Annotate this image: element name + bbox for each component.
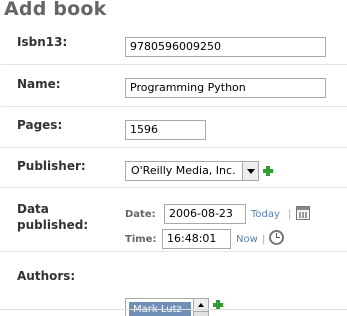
now-link[interactable]: Now [236,233,258,247]
authors-scrollbar[interactable] [193,299,208,316]
form-row-name: Name: Programming Python [1,65,347,107]
authors-label: Authors: [17,269,76,283]
form-row-isbn13: Isbn13: 9780596009250 [1,26,347,65]
scroll-up-icon[interactable] [194,299,208,312]
page-title: Add book [4,0,107,20]
time-shortcut-separator: | [262,234,266,245]
form-row-date-published: Data published: Date: 2006-08-23 Today |… [1,188,347,252]
name-input[interactable]: Programming Python [125,78,326,98]
publisher-label: Publisher: [17,159,86,173]
chevron-down-icon[interactable] [242,162,258,180]
time-label: Time: [125,234,157,245]
add-publisher-icon[interactable] [263,166,273,176]
authors-multiselect[interactable]: Mark Lutz [125,298,209,316]
isbn13-input[interactable]: 9780596009250 [125,37,326,57]
publisher-selected-value: O'Reilly Media, Inc. [131,164,236,177]
pages-input[interactable]: 1596 [125,120,206,140]
form-row-pages: Pages: 1596 [1,107,347,148]
clock-icon[interactable] [269,230,284,245]
bottom-divider [0,309,347,310]
isbn13-label: Isbn13: [17,35,68,49]
today-link[interactable]: Today [251,208,280,222]
date-label: Date: [125,209,156,220]
date-shortcut-separator: | [288,209,292,220]
pages-label: Pages: [17,118,63,132]
date-input[interactable]: 2006-08-23 [164,204,246,224]
time-input[interactable]: 16:48:01 [162,229,231,249]
form-row-authors: Authors: Mark Lutz [1,252,347,316]
publisher-select[interactable]: O'Reilly Media, Inc. [125,161,259,181]
date-published-label: Data published: [17,202,89,232]
calendar-icon[interactable] [296,206,310,220]
name-label: Name: [17,77,61,91]
form-row-publisher: Publisher: O'Reilly Media, Inc. [1,148,347,188]
